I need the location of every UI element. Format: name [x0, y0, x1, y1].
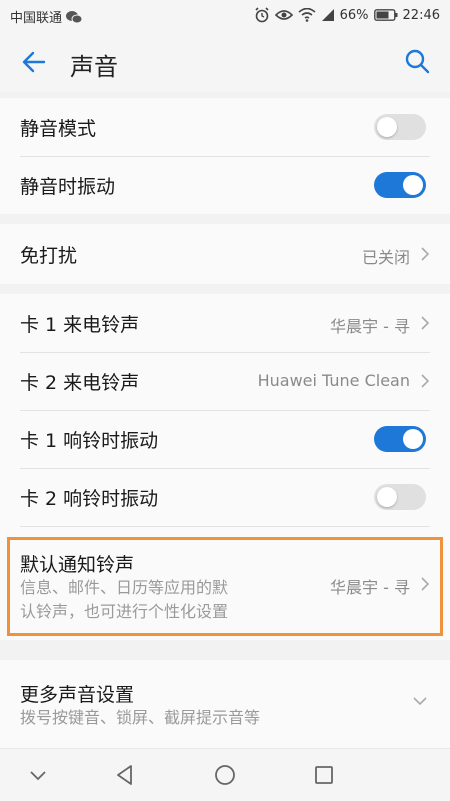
- battery-icon: [373, 9, 398, 21]
- sim1-vibrate-label: 卡 1 响铃时振动: [20, 430, 159, 452]
- default-notification-subtitle-2: 认铃声，也可进行个性化设置: [20, 602, 229, 621]
- signal-icon: [321, 9, 334, 21]
- more-sound-settings-subtitle: 拨号按键音、锁屏、截屏提示音等: [20, 708, 261, 727]
- sim2-vibrate-row[interactable]: 卡 2 响铃时振动: [0, 468, 450, 526]
- more-group: 更多声音设置 拨号按键音、锁屏、截屏提示音等: [0, 660, 450, 748]
- dnd-group: 免打扰 已关闭: [0, 224, 450, 284]
- more-sound-settings-row[interactable]: 更多声音设置 拨号按键音、锁屏、截屏提示音等: [0, 660, 450, 748]
- battery-percent: 66%: [339, 7, 369, 23]
- nav-hide-icon[interactable]: [26, 763, 50, 787]
- vibrate-when-silent-row[interactable]: 静音时振动: [0, 156, 450, 214]
- nav-back-icon[interactable]: [113, 763, 137, 787]
- eye-icon: [274, 10, 293, 20]
- vibrate-when-silent-label: 静音时振动: [20, 176, 116, 198]
- do-not-disturb-value: 已关闭: [361, 248, 410, 267]
- search-icon[interactable]: [404, 48, 430, 74]
- clock: 22:46: [402, 7, 440, 23]
- status-bar: 中国联通 66% 22:46: [0, 0, 450, 32]
- nav-recents-icon[interactable]: [312, 763, 336, 787]
- chevron-down-icon: [413, 697, 427, 706]
- do-not-disturb-label: 免打扰: [20, 245, 78, 267]
- chevron-right-icon: [421, 247, 430, 261]
- silent-mode-row[interactable]: 静音模式: [0, 98, 450, 156]
- silent-mode-label: 静音模式: [20, 118, 97, 140]
- more-sound-settings-label: 更多声音设置: [20, 684, 135, 706]
- vibrate-when-silent-toggle[interactable]: [374, 172, 426, 198]
- sim1-ringtone-row[interactable]: 卡 1 来电铃声 华晨宇 - 寻: [0, 294, 450, 352]
- default-notification-subtitle-1: 信息、邮件、日历等应用的默: [20, 578, 229, 597]
- sim2-vibrate-toggle[interactable]: [374, 484, 426, 510]
- sim1-ringtone-label: 卡 1 来电铃声: [20, 314, 140, 336]
- chevron-right-icon: [421, 374, 430, 388]
- sim1-ringtone-value: 华晨宇 - 寻: [330, 317, 410, 336]
- chevron-right-icon: [421, 316, 430, 330]
- sim2-ringtone-value: Huawei Tune Clean: [257, 371, 410, 390]
- nav-home-icon[interactable]: [213, 763, 237, 787]
- default-notification-row[interactable]: 默认通知铃声 信息、邮件、日历等应用的默 认铃声，也可进行个性化设置 华晨宇 -…: [0, 526, 450, 640]
- page-title: 声音: [70, 53, 118, 81]
- silent-group: 静音模式 静音时振动: [0, 98, 450, 214]
- app-bar: 声音: [0, 32, 450, 92]
- sim2-ringtone-row[interactable]: 卡 2 来电铃声 Huawei Tune Clean: [0, 352, 450, 410]
- sim2-vibrate-label: 卡 2 响铃时振动: [20, 488, 159, 510]
- carrier-name: 中国联通: [10, 11, 63, 26]
- wifi-icon: [298, 8, 316, 22]
- back-arrow-icon[interactable]: [20, 48, 48, 76]
- navigation-bar: [0, 748, 450, 801]
- silent-mode-toggle[interactable]: [374, 114, 426, 140]
- do-not-disturb-row[interactable]: 免打扰 已关闭: [0, 224, 450, 284]
- alarm-icon: [255, 7, 269, 23]
- sim2-ringtone-label: 卡 2 来电铃声: [20, 372, 140, 394]
- chevron-right-icon: [421, 577, 430, 591]
- wechat-icon: [66, 10, 83, 23]
- ringtone-group: 卡 1 来电铃声 华晨宇 - 寻 卡 2 来电铃声 Huawei Tune Cl…: [0, 294, 450, 640]
- sim1-vibrate-row[interactable]: 卡 1 响铃时振动: [0, 410, 450, 468]
- default-notification-label: 默认通知铃声: [20, 554, 135, 576]
- default-notification-value: 华晨宇 - 寻: [330, 578, 410, 597]
- sim1-vibrate-toggle[interactable]: [374, 426, 426, 452]
